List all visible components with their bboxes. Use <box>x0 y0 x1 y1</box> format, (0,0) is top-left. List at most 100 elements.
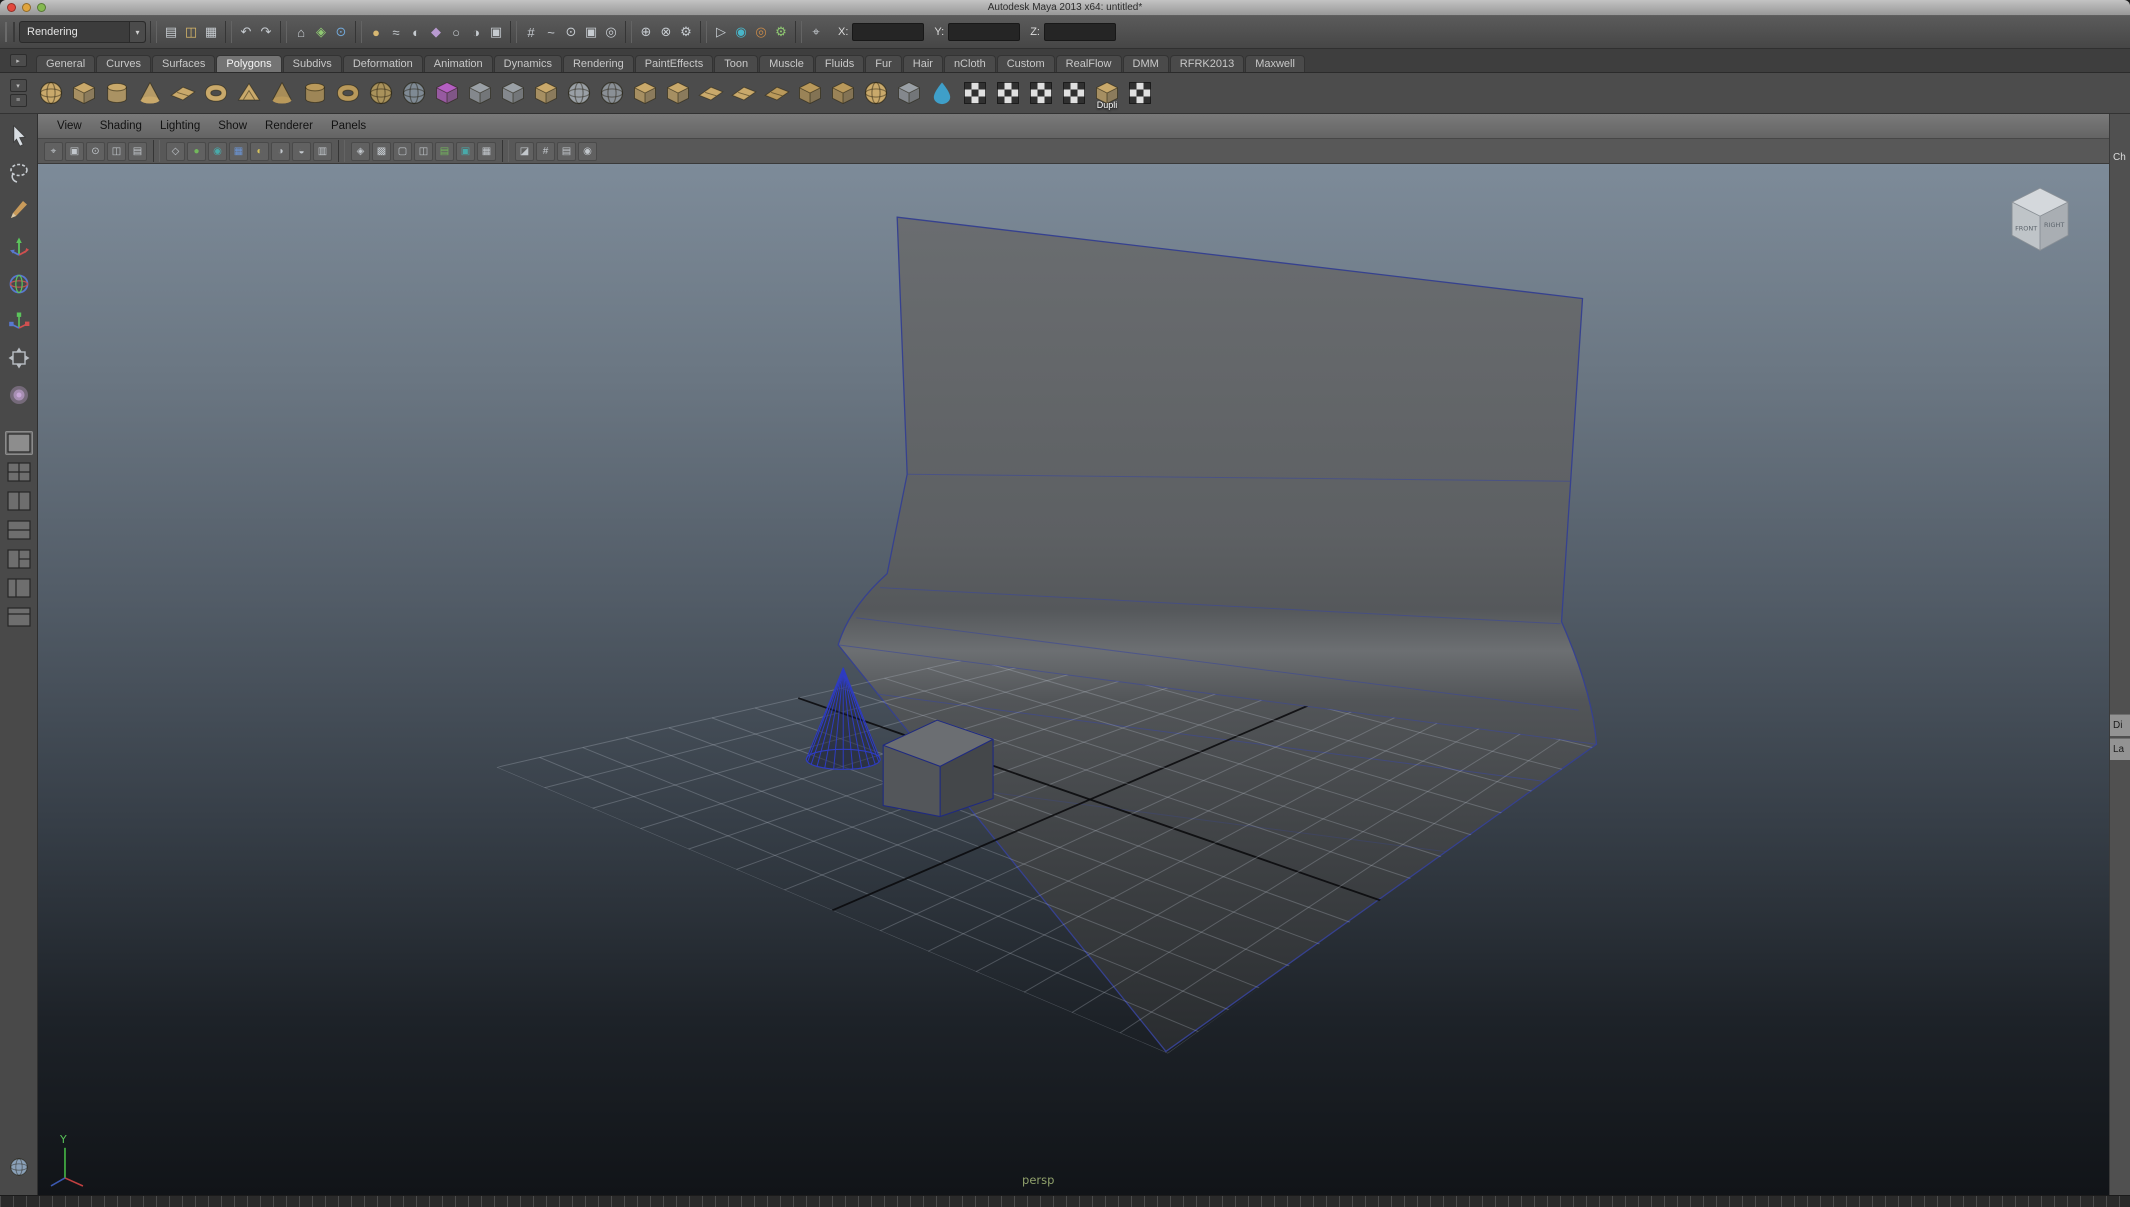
make-live-icon[interactable]: ◎ <box>601 22 621 42</box>
ocean-icon[interactable] <box>927 76 957 110</box>
lasso-select-tool[interactable] <box>5 159 33 187</box>
isolate-select-icon[interactable]: ◈ <box>351 142 370 161</box>
shelf-tab-animation[interactable]: Animation <box>424 55 493 72</box>
undo-icon[interactable]: ↶ <box>236 22 256 42</box>
close-button[interactable] <box>7 3 16 12</box>
soft-modification-tool[interactable] <box>5 381 33 409</box>
snap-point-icon[interactable]: ⊙ <box>561 22 581 42</box>
select-tool[interactable] <box>5 122 33 150</box>
sculpt-geometry-icon[interactable] <box>399 76 429 110</box>
time-slider-strip[interactable] <box>0 1195 2130 1207</box>
combine-icon[interactable] <box>465 76 495 110</box>
shelf-tab-general[interactable]: General <box>36 55 95 72</box>
panel-menu-shading[interactable]: Shading <box>91 120 151 132</box>
shelf-tab-hair[interactable]: Hair <box>903 55 943 72</box>
camera-attributes-icon[interactable]: ⊙ <box>86 142 105 161</box>
extract-icon[interactable] <box>531 76 561 110</box>
gate-mask-icon[interactable]: ◫ <box>414 142 433 161</box>
zoom-button[interactable] <box>37 3 46 12</box>
safe-action-icon[interactable]: ▣ <box>456 142 475 161</box>
textured-mode-icon[interactable]: ▦ <box>229 142 248 161</box>
xray-icon[interactable]: ▩ <box>372 142 391 161</box>
mask-points-icon[interactable]: ● <box>366 22 386 42</box>
panel-menu-renderer[interactable]: Renderer <box>256 120 322 132</box>
panel-menu-view[interactable]: View <box>48 120 91 132</box>
poly-soccer-ball-icon[interactable] <box>366 76 396 110</box>
status-line-grip[interactable] <box>5 22 15 42</box>
shelf-tab-fur[interactable]: Fur <box>865 55 902 72</box>
backdrop-plane[interactable] <box>838 217 1596 1051</box>
mask-curves-icon[interactable]: ≈ <box>386 22 406 42</box>
mask-misc-icon[interactable]: ▣ <box>486 22 506 42</box>
poly-cube-icon[interactable] <box>69 76 99 110</box>
shadows-icon[interactable]: ◑ <box>271 142 290 161</box>
uv-planar-mapping-icon[interactable] <box>960 76 990 110</box>
bridge-icon[interactable] <box>696 76 726 110</box>
duplicate-special-icon[interactable]: Dupli <box>1092 76 1122 110</box>
shelf-tab-maxwell[interactable]: Maxwell <box>1245 55 1305 72</box>
shelf-tab-polygons[interactable]: Polygons <box>216 55 281 72</box>
split-polygon-icon[interactable] <box>762 76 792 110</box>
snap-view-plane-icon[interactable]: ▣ <box>581 22 601 42</box>
wireframe-on-shaded-icon[interactable]: ◉ <box>208 142 227 161</box>
window-titlebar[interactable]: Autodesk Maya 2013 x64: untitled* <box>0 0 2130 16</box>
shelf-tab-deformation[interactable]: Deformation <box>343 55 423 72</box>
poly-sphere-icon[interactable] <box>36 76 66 110</box>
grid-toggle-icon[interactable]: # <box>536 142 555 161</box>
grease-pencil-icon[interactable]: ◪ <box>515 142 534 161</box>
smooth-shade-icon[interactable]: ● <box>187 142 206 161</box>
uv-automatic-mapping-icon[interactable] <box>993 76 1023 110</box>
insert-edge-loop-icon[interactable] <box>795 76 825 110</box>
coord-input-y[interactable] <box>948 23 1020 41</box>
viewport-scene[interactable]: FRONT RIGHT Y persp <box>38 164 2109 1195</box>
move-tool[interactable] <box>5 233 33 261</box>
field-chart-icon[interactable]: ▤ <box>435 142 454 161</box>
absolute-mode-icon[interactable]: ⌖ <box>806 22 826 42</box>
merge-vertices-icon[interactable] <box>861 76 891 110</box>
input-connections-icon[interactable]: ⊕ <box>636 22 656 42</box>
renderer-toggle-icon[interactable]: ◉ <box>578 142 597 161</box>
universal-manipulator-tool[interactable] <box>5 344 33 372</box>
panel-menu-panels[interactable]: Panels <box>322 120 375 132</box>
panel-menu-show[interactable]: Show <box>209 120 256 132</box>
separate-icon[interactable] <box>498 76 528 110</box>
poly-helix-icon[interactable] <box>333 76 363 110</box>
shelf-tab-ncloth[interactable]: nCloth <box>944 55 996 72</box>
panel-menu-lighting[interactable]: Lighting <box>151 120 209 132</box>
four-pane-layout-button[interactable] <box>5 460 33 484</box>
shelf-tab-dynamics[interactable]: Dynamics <box>494 55 562 72</box>
shelf-tab-custom[interactable]: Custom <box>997 55 1055 72</box>
ipr-render-icon[interactable]: ◎ <box>751 22 771 42</box>
scale-tool[interactable] <box>5 307 33 335</box>
open-render-view-icon[interactable]: ▷ <box>711 22 731 42</box>
wireframe-mode-icon[interactable]: ◇ <box>166 142 185 161</box>
view-cube[interactable]: FRONT RIGHT <box>2012 188 2068 250</box>
select-hierarchy-icon[interactable]: ⌂ <box>291 22 311 42</box>
render-current-frame-icon[interactable]: ◉ <box>731 22 751 42</box>
delete-edge-vertex-icon[interactable] <box>894 76 924 110</box>
shelf-tab-subdivs[interactable]: Subdivs <box>283 55 342 72</box>
two-pane-side-layout-button[interactable] <box>5 489 33 513</box>
two-pane-stacked-layout-button[interactable] <box>5 518 33 542</box>
bookmarks-icon[interactable]: ◫ <box>107 142 126 161</box>
menu-set-dropdown[interactable]: Rendering ▾ <box>19 21 146 43</box>
boolean-difference-icon[interactable] <box>597 76 627 110</box>
poly-cone-icon[interactable] <box>135 76 165 110</box>
select-object-icon[interactable]: ◈ <box>311 22 331 42</box>
poly-cylinder-icon[interactable] <box>102 76 132 110</box>
mask-deformations-icon[interactable]: ◆ <box>426 22 446 42</box>
shelf-tab-painteffects[interactable]: PaintEffects <box>635 55 714 72</box>
select-camera-icon[interactable]: ⌖ <box>44 142 63 161</box>
outliner-persp-layout-button[interactable] <box>5 576 33 600</box>
minimize-button[interactable] <box>22 3 31 12</box>
snap-curve-icon[interactable]: ~ <box>541 22 561 42</box>
poly-cube[interactable] <box>883 720 993 816</box>
open-scene-icon[interactable]: ◫ <box>181 22 201 42</box>
mask-rendering-icon[interactable]: ◑ <box>466 22 486 42</box>
poly-pyramid-icon[interactable] <box>267 76 297 110</box>
image-plane-icon[interactable]: ▤ <box>128 142 147 161</box>
shelf-tab-muscle[interactable]: Muscle <box>759 55 814 72</box>
paint-select-tool[interactable] <box>5 196 33 224</box>
safe-title-icon[interactable]: ▦ <box>477 142 496 161</box>
poly-torus-icon[interactable] <box>201 76 231 110</box>
